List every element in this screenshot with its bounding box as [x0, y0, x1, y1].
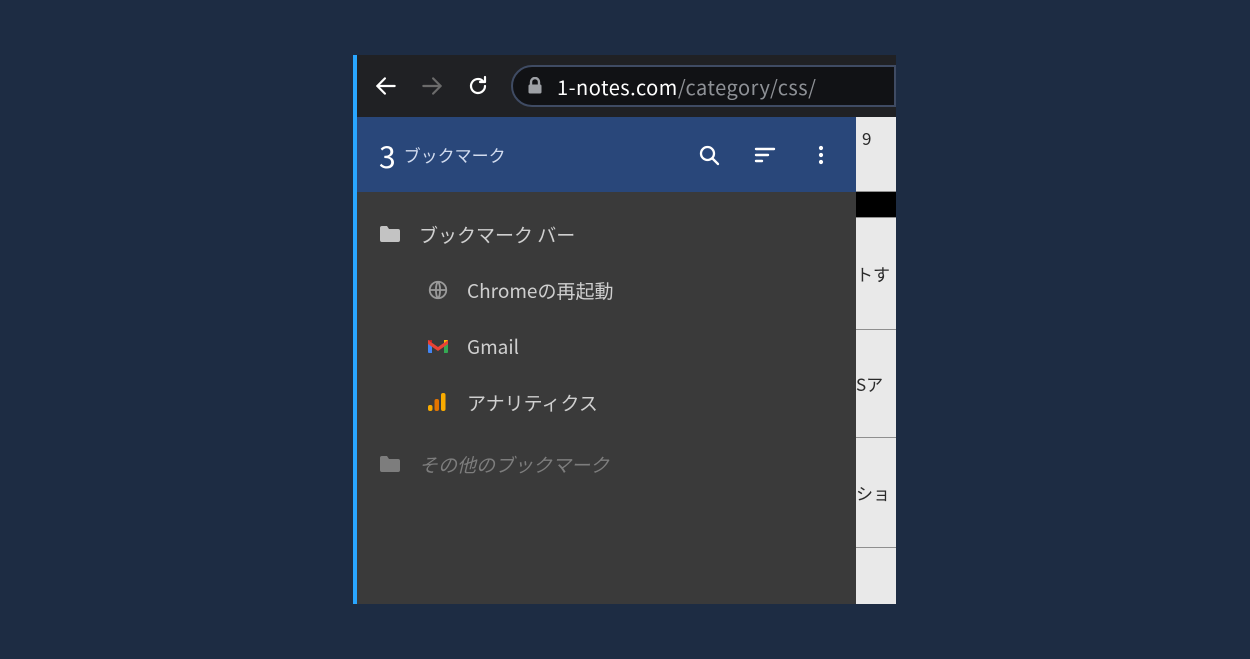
folder-label: その他のブックマーク	[419, 451, 609, 478]
arrow-left-icon	[373, 73, 399, 99]
bg-cell: 9	[856, 117, 896, 192]
reload-button[interactable]	[455, 74, 501, 98]
folder-label: ブックマーク バー	[419, 221, 575, 248]
bookmark-item-analytics[interactable]: アナリティクス	[357, 374, 856, 430]
bg-text: トす	[856, 261, 890, 286]
bookmark-label: アナリティクス	[467, 389, 598, 416]
bg-cell: ショ	[856, 438, 896, 548]
lock-icon	[513, 77, 557, 95]
analytics-icon	[427, 392, 447, 412]
search-icon	[697, 143, 721, 167]
sort-icon	[753, 143, 777, 167]
bookmark-item-chrome-restart[interactable]: Chromeの再起動	[357, 262, 856, 318]
sort-button[interactable]	[752, 142, 778, 168]
screenshot-panel: 1-notes.com/category/css/ 9 トす Sア ショ 3 ブ…	[353, 55, 896, 604]
arrow-right-icon	[419, 73, 445, 99]
url-text: 1-notes.com/category/css/	[557, 72, 816, 101]
browser-toolbar: 1-notes.com/category/css/	[357, 55, 896, 117]
bookmark-header-title: ブックマーク	[396, 142, 506, 167]
bookmark-item-gmail[interactable]: Gmail	[357, 318, 856, 374]
bookmark-header: 3 ブックマーク	[357, 117, 856, 192]
url-path: /category/css/	[678, 72, 817, 101]
back-button[interactable]	[363, 73, 409, 99]
bookmark-folder-bar[interactable]: ブックマーク バー	[357, 206, 856, 262]
bg-cell: トす	[856, 218, 896, 330]
more-vert-icon	[809, 143, 833, 167]
bg-text: Sア	[856, 371, 883, 396]
bg-text: ショ	[856, 480, 890, 505]
reload-icon	[466, 74, 490, 98]
bookmark-count: 3	[357, 133, 396, 177]
background-page-strip: 9 トす Sア ショ	[856, 117, 896, 604]
address-bar[interactable]: 1-notes.com/category/css/	[511, 65, 896, 107]
forward-button[interactable]	[409, 73, 455, 99]
bg-cell-dark	[856, 192, 896, 218]
bg-text: 9	[862, 125, 871, 150]
bookmark-folder-other[interactable]: その他のブックマーク	[357, 436, 856, 492]
globe-icon	[427, 279, 449, 301]
bookmark-label: Chromeの再起動	[467, 277, 613, 304]
more-button[interactable]	[808, 142, 834, 168]
bg-cell: Sア	[856, 330, 896, 438]
search-button[interactable]	[696, 142, 722, 168]
url-host: 1-notes.com	[557, 72, 678, 101]
bookmark-label: Gmail	[467, 333, 519, 360]
bookmark-list: ブックマーク バー Chromeの再起動 Gmai	[357, 192, 856, 604]
folder-icon	[379, 455, 401, 473]
bg-cell	[856, 548, 896, 604]
folder-icon	[379, 225, 401, 243]
gmail-icon	[427, 337, 449, 355]
